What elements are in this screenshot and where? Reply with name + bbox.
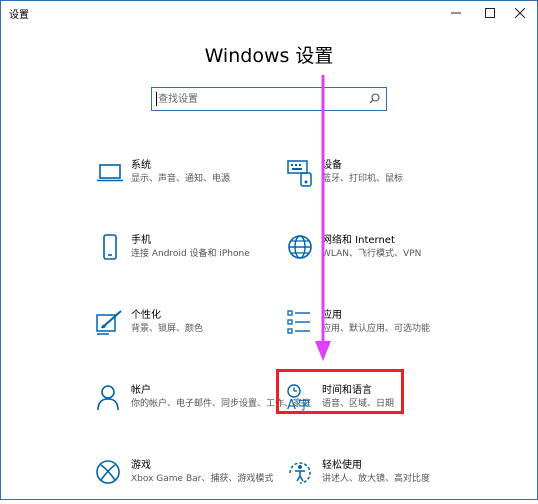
tile-name: 设备 — [322, 160, 342, 171]
laptop-icon — [97, 164, 123, 182]
tile-name: 轻松使用 — [322, 460, 362, 471]
settings-window: 设置 Windows 设置 系统 显示、声音、通知、电源 — [0, 0, 538, 500]
tile-network[interactable]: 网络和 Internet WLAN、飞行模式、VPN — [286, 229, 506, 279]
tile-name: 应用 — [322, 310, 342, 321]
minimize-icon — [451, 12, 461, 14]
page-title: Windows 设置 — [204, 45, 334, 67]
close-button[interactable] — [503, 1, 537, 25]
tile-description: 应用、默认应用、可选功能 — [322, 324, 431, 334]
xbox-icon — [96, 460, 120, 484]
phone-icon — [103, 234, 117, 260]
minimize-button[interactable] — [439, 1, 473, 25]
tile-name: 帐户 — [131, 385, 151, 396]
window-title: 设置 — [9, 10, 29, 21]
tile-description: 蓝牙、打印机、鼠标 — [322, 174, 404, 184]
tile-personalization[interactable]: 个性化 背景、锁屏、颜色 — [95, 304, 315, 354]
tile-apps[interactable]: 应用 应用、默认应用、可选功能 — [286, 304, 506, 354]
title-bar: 设置 — [1, 1, 537, 25]
tile-gaming[interactable]: 游戏 Xbox Game Bar、捕获、游戏模式 — [95, 454, 315, 504]
text-caret — [156, 92, 157, 106]
tile-description: 讲述人、放大镜、高对比度 — [322, 474, 431, 484]
globe-icon — [288, 235, 312, 259]
apps-list-icon — [287, 310, 310, 334]
person-icon — [97, 385, 119, 411]
search-input[interactable] — [158, 90, 358, 108]
tile-name: 系统 — [131, 160, 151, 171]
tile-system[interactable]: 系统 显示、声音、通知、电源 — [95, 154, 315, 204]
ease-of-access-icon — [289, 462, 311, 484]
tile-ease-of-access[interactable]: 轻松使用 讲述人、放大镜、高对比度 — [286, 454, 506, 504]
close-icon — [515, 8, 525, 18]
search-box[interactable] — [151, 87, 387, 111]
tile-devices[interactable]: 设备 蓝牙、打印机、鼠标 — [286, 154, 506, 204]
maximize-icon — [485, 8, 495, 18]
search-icon[interactable] — [369, 93, 380, 104]
paintbrush-icon — [96, 310, 122, 335]
tile-name: 手机 — [131, 235, 151, 246]
maximize-button[interactable] — [473, 1, 507, 25]
tile-phone[interactable]: 手机 连接 Android 设备和 iPhone — [95, 229, 315, 279]
tile-description: WLAN、飞行模式、VPN — [322, 249, 422, 259]
tile-name: 网络和 Internet — [322, 235, 395, 246]
keyboard-icon — [287, 160, 312, 187]
tile-name: 个性化 — [131, 310, 161, 321]
tile-name: 游戏 — [131, 460, 151, 471]
highlight-box — [276, 369, 404, 414]
